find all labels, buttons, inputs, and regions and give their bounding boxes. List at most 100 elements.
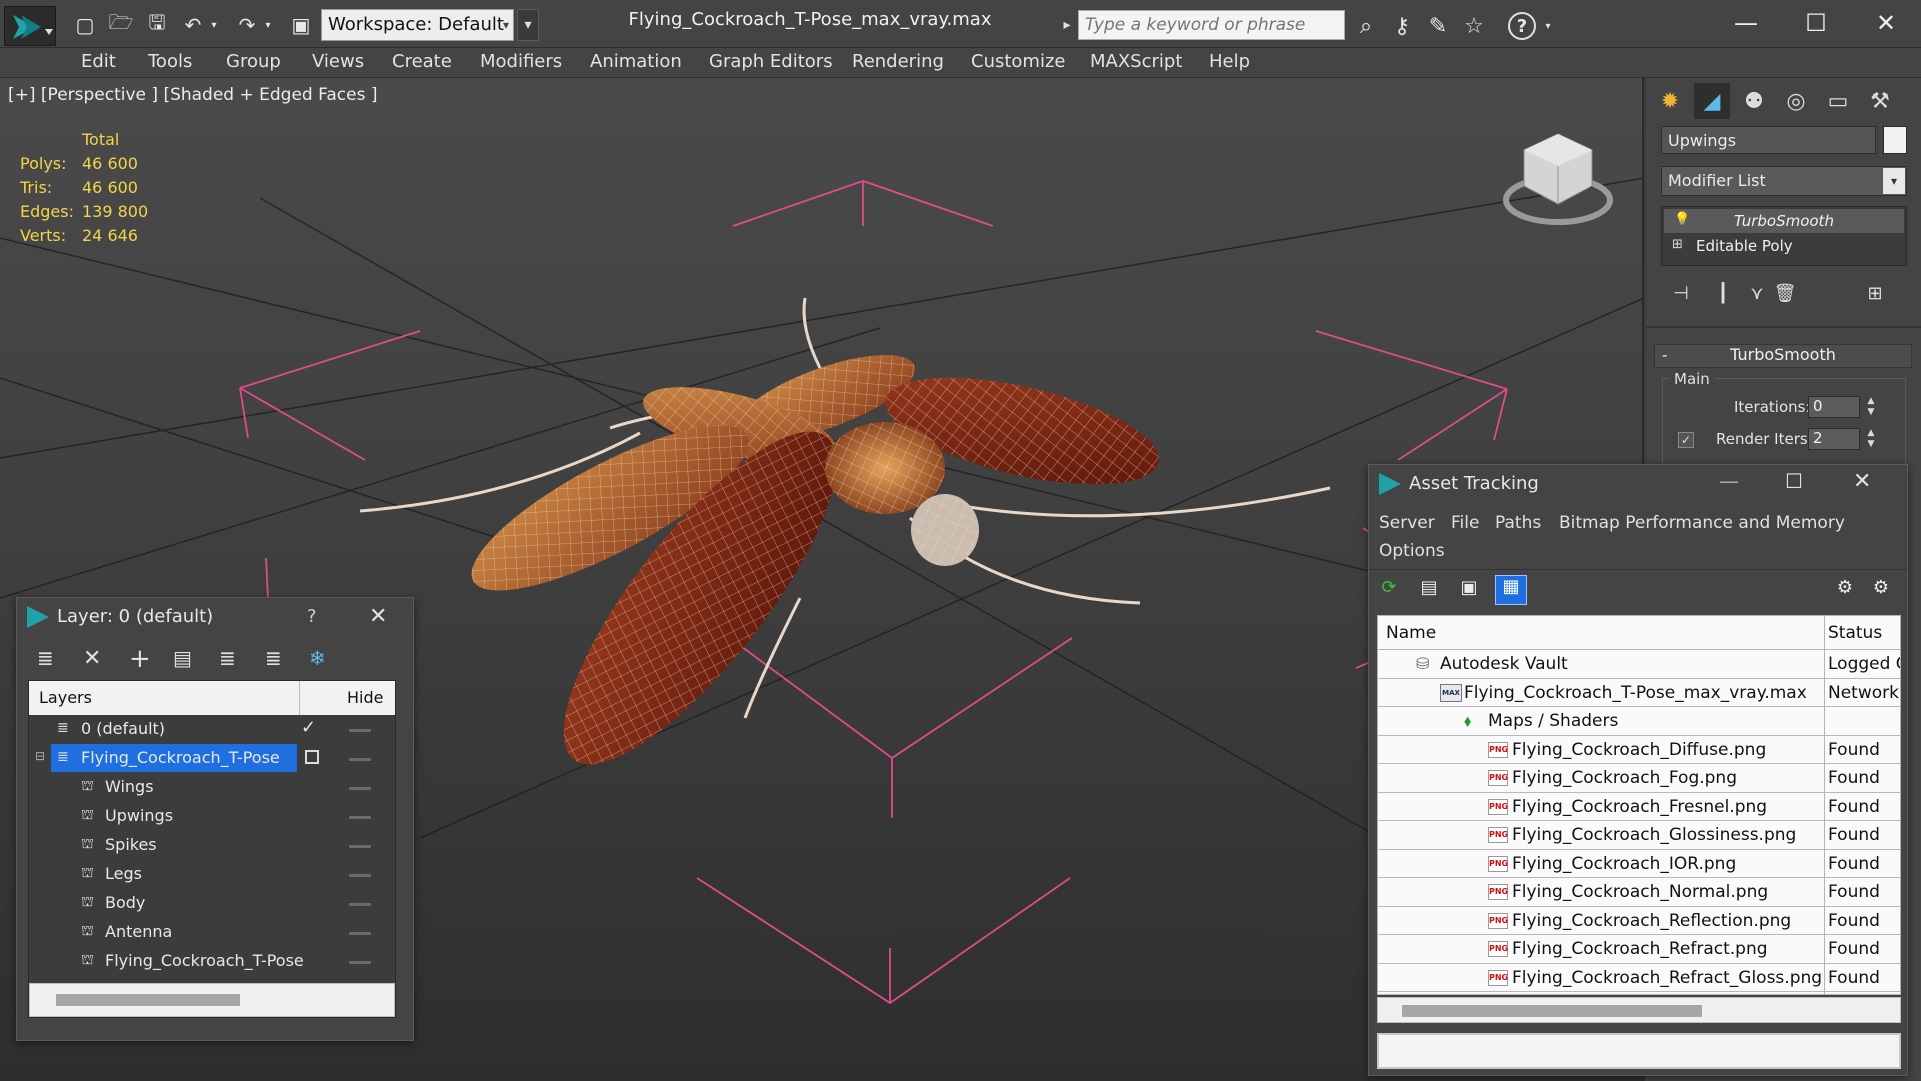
help-icon[interactable]: ?	[1508, 12, 1536, 40]
help-icon[interactable]: ?	[307, 606, 317, 627]
hide-toggle[interactable]	[349, 874, 371, 877]
asset-row[interactable]: PNG Flying_Cockroach_Refract.png Found	[1378, 935, 1900, 964]
stack-item-editable-poly[interactable]: ⊞ Editable Poly	[1664, 234, 1904, 258]
iterations-spinner[interactable]: 0	[1808, 396, 1860, 418]
menu-group[interactable]: Group	[226, 51, 281, 72]
new-layer-icon[interactable]: ≣	[37, 646, 54, 670]
undo-icon[interactable]: ↶	[180, 12, 206, 38]
binoculars-icon[interactable]: ⌕	[1352, 12, 1380, 40]
collapse-icon[interactable]: ⊟	[35, 749, 45, 763]
menu-rendering[interactable]: Rendering	[852, 51, 944, 72]
render-iters-spinner[interactable]: 2	[1808, 428, 1860, 450]
select-objects-icon[interactable]: ▤	[173, 646, 192, 670]
search-expand-icon[interactable]: ▸	[1058, 12, 1076, 38]
menu-modifiers[interactable]: Modifiers	[480, 51, 562, 72]
menu-bitmap-performance[interactable]: Bitmap Performance and Memory	[1559, 513, 1845, 533]
highlight-layer-icon[interactable]: ≣	[219, 646, 236, 670]
help-dropdown-icon[interactable]: ▾	[1540, 12, 1556, 40]
menu-help[interactable]: Help	[1209, 51, 1250, 72]
layer-row[interactable]: ⛫ Antenna	[29, 918, 395, 947]
menu-file[interactable]: File	[1451, 513, 1479, 533]
menu-graph-editors[interactable]: Graph Editors	[709, 51, 833, 72]
menu-maxscript[interactable]: MAXScript	[1090, 51, 1182, 72]
workspace-select[interactable]: Workspace: Default	[321, 9, 514, 41]
save-file-icon[interactable]: 🖫	[144, 10, 170, 38]
search-input[interactable]	[1078, 10, 1345, 40]
spinner-arrows-icon[interactable]: ▲ ▼	[1864, 396, 1878, 418]
viewport-label[interactable]: [+] [Perspective ] [Shaded + Edged Faces…	[8, 85, 377, 105]
layer-row[interactable]: ⛫ Flying_Cockroach_T-Pose	[29, 947, 395, 976]
undo-dropdown-icon[interactable]: ▾	[206, 12, 222, 38]
hide-toggle[interactable]	[349, 729, 371, 732]
redo-dropdown-icon[interactable]: ▾	[260, 12, 276, 38]
freeze-all-icon[interactable]: ❄	[309, 646, 326, 670]
close-button[interactable]: ✕	[1853, 469, 1871, 494]
hide-toggle[interactable]	[349, 787, 371, 790]
col-hide[interactable]: Hide	[347, 688, 383, 707]
asset-row[interactable]: ⬧ Maps / Shaders	[1378, 707, 1900, 736]
app-menu-button[interactable]	[4, 6, 56, 46]
render-iters-checkbox[interactable]: ✓	[1678, 432, 1694, 448]
hide-toggle[interactable]	[349, 845, 371, 848]
display-tab-icon[interactable]: ▭	[1820, 83, 1856, 119]
maximize-button[interactable]: ☐	[1785, 469, 1803, 493]
set-active-box-icon[interactable]	[305, 750, 319, 764]
lightbulb-icon[interactable]: 💡	[1674, 212, 1690, 228]
minimize-button[interactable]: —	[1716, 4, 1776, 42]
hide-toggle[interactable]	[349, 932, 371, 935]
hide-toggle[interactable]	[349, 903, 371, 906]
remove-modifier-icon[interactable]: 🗑	[1770, 278, 1800, 308]
pin-stack-icon[interactable]: ⊣	[1666, 278, 1696, 308]
new-file-icon[interactable]: ▢	[72, 12, 98, 38]
hide-all-icon[interactable]: ≣	[265, 646, 282, 670]
help-settings-icon[interactable]: ⚙	[1869, 577, 1893, 601]
hide-toggle[interactable]	[349, 758, 371, 761]
layer-row[interactable]: ⛫ Legs	[29, 860, 395, 889]
asset-row[interactable]: ⛁ Autodesk Vault Logged O	[1378, 650, 1900, 679]
asset-row[interactable]: PNG Flying_Cockroach_Refract_Gloss.png F…	[1378, 964, 1900, 992]
expand-plus-icon[interactable]: ⊞	[1672, 237, 1688, 253]
asset-row[interactable]: PNG Flying_Cockroach_Fog.png Found	[1378, 764, 1900, 793]
chevron-down-icon[interactable]: ▾	[1883, 168, 1905, 194]
asset-row[interactable]: PNG Flying_Cockroach_Fresnel.png Found	[1378, 793, 1900, 821]
modify-tab-icon[interactable]: ◢	[1694, 83, 1730, 119]
close-button[interactable]: ✕	[1856, 4, 1916, 42]
layer-row[interactable]: ⛫ Body	[29, 889, 395, 918]
motion-tab-icon[interactable]: ◎	[1778, 83, 1814, 119]
favorite-star-icon[interactable]: ☆	[1460, 12, 1488, 40]
hide-toggle[interactable]	[349, 816, 371, 819]
make-unique-icon[interactable]: ⋎	[1742, 278, 1772, 308]
redo-icon[interactable]: ↷	[234, 12, 260, 38]
show-end-result-icon[interactable]: ┃	[1708, 278, 1738, 308]
menu-tools[interactable]: Tools	[148, 51, 192, 72]
horizontal-scrollbar[interactable]	[29, 983, 395, 1017]
scrollbar-thumb[interactable]	[1402, 1005, 1702, 1017]
col-name[interactable]: Name	[1386, 623, 1436, 643]
horizontal-scrollbar[interactable]	[1377, 997, 1901, 1023]
utilities-tab-icon[interactable]: ⚒	[1862, 83, 1898, 119]
add-selection-icon[interactable]: +	[129, 644, 151, 674]
stack-item-turbosmooth[interactable]: 💡 TurboSmooth	[1664, 209, 1904, 233]
modifier-list-dropdown[interactable]: Modifier List	[1661, 166, 1907, 196]
thumbnail-view-icon[interactable]: ▣	[1457, 577, 1481, 601]
object-name-field[interactable]	[1661, 126, 1876, 154]
col-status[interactable]: Status	[1828, 623, 1882, 643]
hide-toggle[interactable]	[349, 961, 371, 964]
menu-create[interactable]: Create	[392, 51, 452, 72]
layer-row[interactable]: ⛫ Upwings	[29, 802, 395, 831]
object-color-swatch[interactable]	[1883, 126, 1907, 154]
layer-row[interactable]: ≣ 0 (default) ✓	[29, 715, 395, 744]
layer-row[interactable]: ⊟ ≣ Flying_Cockroach_T-Pose	[29, 744, 395, 773]
close-icon[interactable]: ✕	[369, 604, 387, 629]
menu-customize[interactable]: Customize	[971, 51, 1065, 72]
quick-access-dropdown[interactable]: ▾	[517, 9, 539, 41]
menu-animation[interactable]: Animation	[590, 51, 682, 72]
open-file-icon[interactable]: 🗁	[108, 10, 134, 38]
create-tab-icon[interactable]: ✹	[1652, 83, 1688, 119]
asset-row[interactable]: PNG Flying_Cockroach_Glossiness.png Foun…	[1378, 821, 1900, 850]
list-view-icon[interactable]: ▤	[1417, 577, 1441, 601]
asset-row[interactable]: PNG Flying_Cockroach_IOR.png Found	[1378, 850, 1900, 878]
help-query-icon[interactable]: ⚙	[1833, 577, 1857, 601]
refresh-icon[interactable]: ⟳	[1377, 577, 1401, 601]
layer-row[interactable]: ⛫ Wings	[29, 773, 395, 802]
